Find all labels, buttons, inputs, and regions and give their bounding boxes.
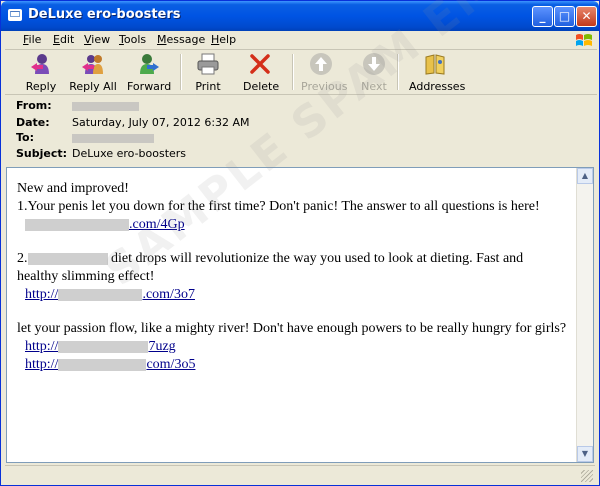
address-book-icon — [425, 54, 445, 75]
next-button[interactable]: Next — [361, 52, 387, 93]
reply-icon — [31, 54, 49, 74]
delete-x-icon — [250, 54, 270, 74]
toolbar-separator — [180, 54, 182, 90]
menu-message[interactable]: Message — [157, 33, 205, 46]
windows-logo-icon — [576, 34, 592, 46]
previous-button[interactable]: Previous — [301, 52, 348, 93]
spam-link-2[interactable]: http://.com/3o7 — [17, 286, 567, 304]
close-button[interactable]: ✕ — [576, 6, 597, 27]
spam-link-3[interactable]: http://7uzg — [17, 338, 567, 356]
addresses-button[interactable]: Addresses — [409, 52, 465, 93]
menu-view[interactable]: View — [84, 33, 110, 46]
redacted-domain — [58, 288, 143, 301]
message-header: From: Date: Saturday, July 07, 2012 6:32… — [16, 99, 250, 160]
forward-icon — [140, 54, 159, 74]
subject-value: DeLuxe ero-boosters — [72, 147, 187, 160]
menu-edit[interactable]: Edit — [53, 33, 74, 46]
body-paragraph-1: New and improved! 1.Your penis let you d… — [17, 180, 567, 234]
redacted-recipient — [72, 133, 154, 143]
arrow-down-icon — [363, 53, 385, 75]
window-title: DeLuxe ero-boosters — [28, 7, 181, 22]
print-button[interactable]: Print — [193, 52, 223, 93]
redacted-sender — [72, 101, 139, 111]
body-paragraph-2: 2. diet drops will revolutionize the way… — [17, 250, 567, 304]
delete-button[interactable]: Delete — [243, 52, 279, 93]
status-bar — [5, 465, 595, 484]
envelope-icon — [8, 9, 22, 21]
vertical-scrollbar[interactable]: ▲ ▼ — [576, 168, 593, 462]
toolbar-separator — [397, 54, 399, 90]
to-value — [72, 131, 154, 144]
reply-all-button[interactable]: Reply All — [69, 52, 117, 93]
menu-tools[interactable]: Tools — [119, 33, 146, 46]
redacted-domain — [25, 218, 129, 231]
reply-all-icon — [82, 55, 103, 74]
redacted-domain — [58, 358, 147, 371]
spam-link-4[interactable]: http://com/3o5 — [17, 356, 567, 374]
date-value: Saturday, July 07, 2012 6:32 AM — [72, 116, 250, 129]
redacted-domain — [58, 340, 149, 353]
message-body[interactable]: New and improved! 1.Your penis let you d… — [6, 167, 594, 463]
body-paragraph-3: let your passion flow, like a mighty riv… — [17, 321, 567, 374]
menu-file[interactable]: File — [23, 33, 41, 46]
toolbar-separator — [292, 54, 294, 90]
printer-icon — [197, 53, 219, 75]
email-window: DeLuxe ero-boosters _ □ ✕ File Edit View… — [0, 0, 600, 486]
maximize-button[interactable]: □ — [554, 6, 575, 27]
redacted-product — [27, 252, 108, 265]
menu-bar: File Edit View Tools Message Help — [5, 31, 597, 50]
message-content: New and improved! 1.Your penis let you d… — [17, 180, 567, 390]
menu-help[interactable]: Help — [211, 33, 236, 46]
spam-link-1[interactable]: .com/4Gp — [17, 216, 567, 234]
arrow-up-icon — [310, 53, 332, 75]
from-value — [72, 99, 139, 112]
toolbar: Reply Reply All Forward Print Delete Pre… — [5, 50, 597, 95]
reply-button[interactable]: Reply — [23, 52, 59, 93]
scroll-down-button[interactable]: ▼ — [577, 446, 593, 462]
resize-grip-icon[interactable] — [581, 470, 593, 482]
minimize-button[interactable]: _ — [532, 6, 553, 27]
title-bar[interactable]: DeLuxe ero-boosters _ □ ✕ — [1, 1, 599, 31]
scroll-up-button[interactable]: ▲ — [577, 168, 593, 184]
forward-button[interactable]: Forward — [127, 52, 171, 93]
